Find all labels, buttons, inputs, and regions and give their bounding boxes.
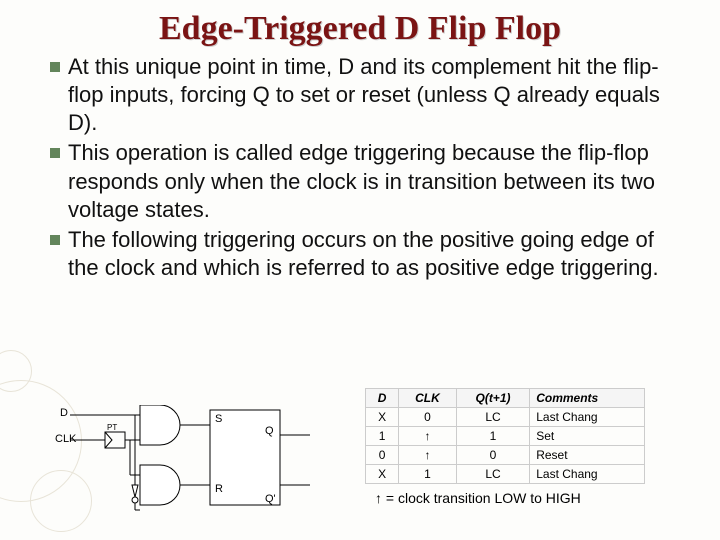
label-d: D (60, 407, 68, 419)
table-row: 0 ↑ 0 Reset (366, 446, 645, 465)
table-row: X 1 LC Last Chang (366, 465, 645, 484)
th-clk: CLK (399, 389, 457, 408)
th-q: Q(t+1) (456, 389, 529, 408)
circuit-diagram: D CLK PT S R Q Q' (60, 405, 350, 525)
label-qp: Q' (265, 493, 276, 505)
label-s: S (215, 413, 222, 425)
truth-table-area: D CLK Q(t+1) Comments X 0 LC Last Chang … (365, 388, 695, 484)
bullet-text: The following triggering occurs on the p… (68, 226, 690, 282)
th-d: D (366, 389, 399, 408)
label-q: Q (265, 425, 274, 437)
bullet-icon (50, 62, 60, 72)
th-comments: Comments (530, 389, 645, 408)
label-clk: CLK (55, 433, 76, 445)
bullet-item: The following triggering occurs on the p… (50, 226, 690, 282)
label-r: R (215, 483, 223, 495)
bullet-icon (50, 148, 60, 158)
circuit-svg (60, 405, 350, 525)
bullet-icon (50, 235, 60, 245)
bullet-list: At this unique point in time, D and its … (0, 53, 720, 282)
page-title: Edge-Triggered D Flip Flop (0, 0, 720, 53)
table-row: 1 ↑ 1 Set (366, 427, 645, 446)
note-text: ↑ = clock transition LOW to HIGH (375, 490, 581, 506)
bullet-item: At this unique point in time, D and its … (50, 53, 690, 137)
table-row: X 0 LC Last Chang (366, 408, 645, 427)
bullet-text: At this unique point in time, D and its … (68, 53, 690, 137)
bullet-text: This operation is called edge triggering… (68, 139, 690, 223)
label-pt: PT (107, 423, 117, 432)
bullet-item: This operation is called edge triggering… (50, 139, 690, 223)
truth-table: D CLK Q(t+1) Comments X 0 LC Last Chang … (365, 388, 645, 484)
